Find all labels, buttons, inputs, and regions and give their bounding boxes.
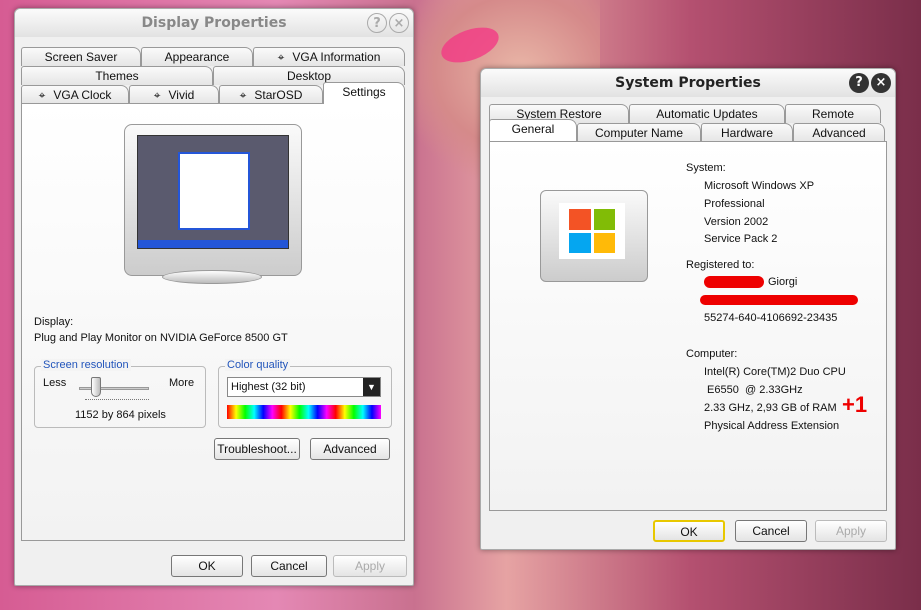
tab-appearance[interactable]: Appearance <box>141 47 253 66</box>
tab-label: VGA Information <box>292 50 381 64</box>
selected-value: Highest (32 bit) <box>231 381 306 393</box>
tab-advanced[interactable]: Advanced <box>793 123 885 142</box>
computer-label: Computer: <box>686 348 738 360</box>
system-line: Professional <box>704 198 765 210</box>
monitor-preview <box>124 124 302 276</box>
tab-vga-information[interactable]: ⌖ VGA Information <box>253 47 405 66</box>
advanced-button[interactable]: Advanced <box>310 438 390 460</box>
system-line: Microsoft Windows XP <box>704 180 815 192</box>
settings-panel: Display: Plug and Play Monitor on NVIDIA… <box>21 103 405 541</box>
less-label: Less <box>43 377 67 389</box>
computer-line: Physical Address Extension <box>704 420 840 432</box>
tab-label: Vivid <box>168 88 195 102</box>
tab-vga-clock[interactable]: ⌖ VGA Clock <box>21 85 129 104</box>
help-button[interactable]: ? <box>367 13 387 33</box>
screen-resolution-group: Screen resolution Less More 1152 by 864 … <box>34 359 206 428</box>
close-button[interactable]: × <box>389 13 409 33</box>
resolution-value: 1152 by 864 pixels <box>75 409 166 421</box>
tab-themes[interactable]: Themes <box>21 66 213 85</box>
computer-line: E6550 @ 2.33GHz <box>704 384 803 396</box>
help-button[interactable]: ? <box>849 73 869 93</box>
color-quality-group: Color quality Highest (32 bit) ▼ <box>218 359 392 428</box>
monitor-stand <box>162 270 262 284</box>
title-bar[interactable]: System Properties ? × <box>481 69 895 97</box>
monitor-windows-logo <box>540 190 648 282</box>
display-label: Display: <box>34 316 74 328</box>
resolution-slider-thumb[interactable] <box>91 377 101 397</box>
tab-hardware[interactable]: Hardware <box>701 123 793 142</box>
general-panel: System: Microsoft Windows XP Professiona… <box>489 141 887 511</box>
computer-line: 2.33 GHz, 2,93 GB of RAM <box>704 402 837 414</box>
window-title: Display Properties <box>141 15 287 31</box>
resolution-slider-track[interactable] <box>79 387 149 390</box>
redaction-mark <box>704 276 764 288</box>
tab-label: VGA Clock <box>53 88 112 102</box>
apply-button[interactable]: Apply <box>333 555 407 577</box>
ok-button[interactable]: OK <box>171 555 243 577</box>
tab-automatic-updates[interactable]: Automatic Updates <box>629 104 785 123</box>
ok-button[interactable]: OK <box>653 520 725 542</box>
vga-icon: ⌖ <box>153 88 161 102</box>
color-quality-select[interactable]: Highest (32 bit) ▼ <box>227 377 381 397</box>
apply-button[interactable]: Apply <box>815 520 887 542</box>
chevron-down-icon[interactable]: ▼ <box>363 378 380 396</box>
display-properties-window: Display Properties ? × Screen Saver Appea… <box>14 8 414 586</box>
system-properties-window: System Properties ? × System Restore Auto… <box>480 68 896 550</box>
vga-icon: ⌖ <box>277 50 285 64</box>
slider-ticks <box>85 399 149 402</box>
tab-remote[interactable]: Remote <box>785 104 881 123</box>
display-value: Plug and Play Monitor on NVIDIA GeForce … <box>34 332 288 344</box>
redaction-mark <box>700 295 858 305</box>
registered-name: Giorgi <box>768 276 798 288</box>
cancel-button[interactable]: Cancel <box>251 555 327 577</box>
color-spectrum-bar <box>227 405 381 419</box>
preview-taskbar <box>138 240 288 248</box>
computer-line: Intel(R) Core(TM)2 Duo CPU <box>704 366 846 378</box>
tab-label: StarOSD <box>254 88 303 102</box>
windows-logo-icon <box>559 203 625 259</box>
vga-icon: ⌖ <box>239 88 247 102</box>
title-bar[interactable]: Display Properties ? × <box>15 9 413 37</box>
tab-general[interactable]: General <box>489 119 577 141</box>
product-id: 55274-640-4106692-23435 <box>704 312 838 324</box>
registered-label: Registered to: <box>686 259 755 271</box>
tab-vivid[interactable]: ⌖ Vivid <box>129 85 219 104</box>
handwritten-annotation: +1 <box>842 392 868 417</box>
close-button[interactable]: × <box>871 73 891 93</box>
tab-settings[interactable]: Settings <box>323 82 405 104</box>
window-title: System Properties <box>615 75 761 91</box>
more-label: More <box>169 377 195 389</box>
legend: Screen resolution <box>41 359 131 371</box>
legend: Color quality <box>225 359 291 371</box>
tab-screen-saver[interactable]: Screen Saver <box>21 47 141 66</box>
system-line: Service Pack 2 <box>704 233 778 245</box>
preview-window <box>178 152 250 230</box>
cancel-button[interactable]: Cancel <box>735 520 807 542</box>
tab-computer-name[interactable]: Computer Name <box>577 123 701 142</box>
monitor-screen <box>137 135 289 249</box>
tab-starosd[interactable]: ⌖ StarOSD <box>219 85 323 104</box>
system-label: System: <box>686 162 726 174</box>
system-line: Version 2002 <box>704 216 769 228</box>
vga-icon: ⌖ <box>38 88 46 102</box>
troubleshoot-button[interactable]: Troubleshoot... <box>214 438 300 460</box>
